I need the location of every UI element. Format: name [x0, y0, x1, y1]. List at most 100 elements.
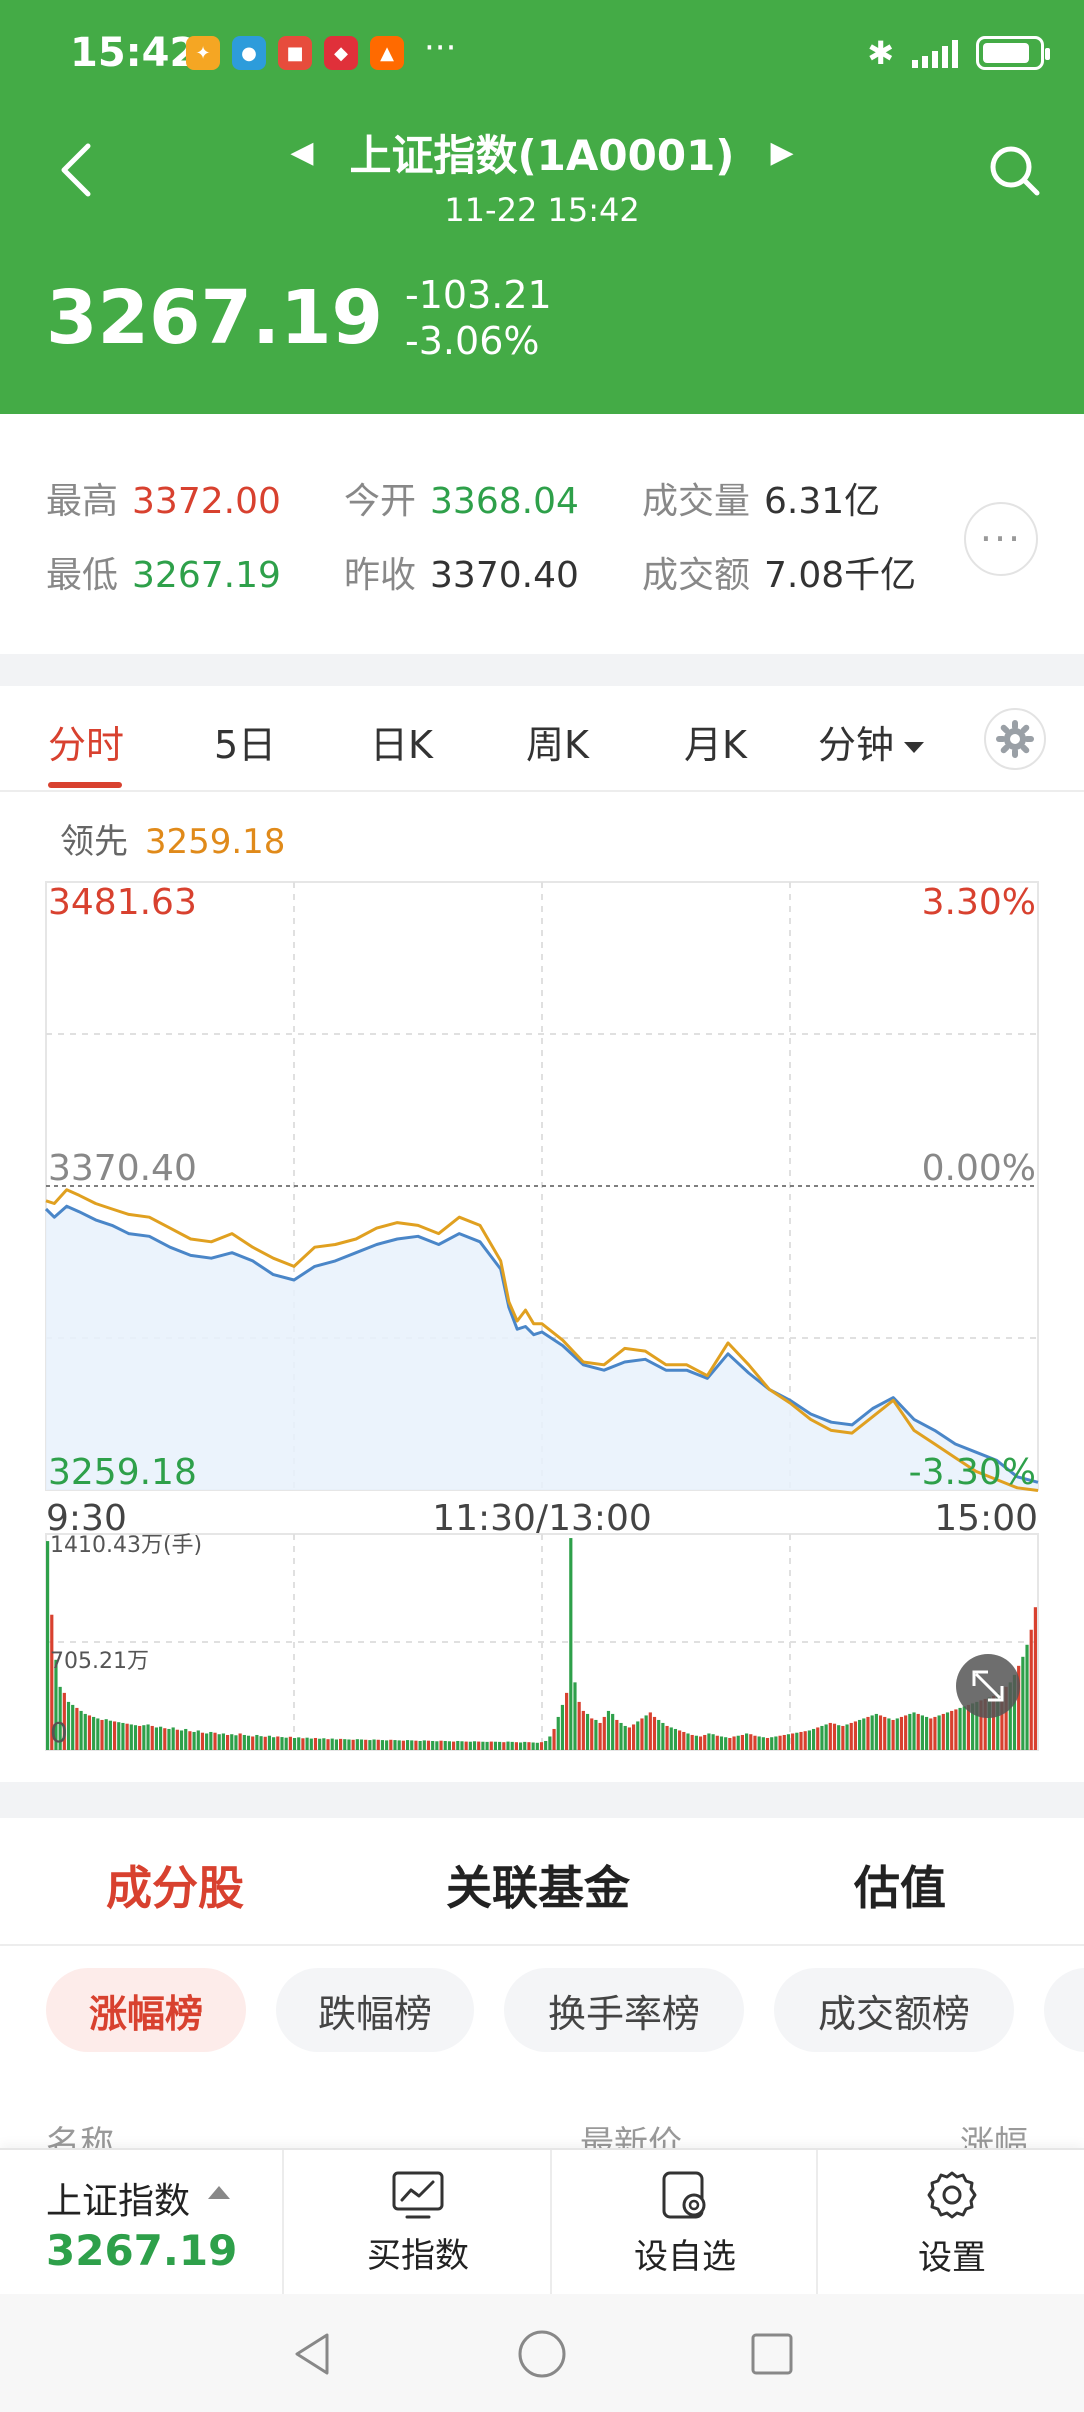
stat-value: 3372.00: [132, 481, 281, 522]
volume-bar: [904, 1715, 908, 1750]
volume-bar: [246, 1735, 251, 1750]
more-icon[interactable]: ···: [964, 502, 1038, 576]
chart-settings-gear-icon[interactable]: [984, 708, 1046, 770]
volume-bar: [774, 1736, 778, 1750]
chip-turnover[interactable]: 换手率榜: [504, 1968, 744, 2052]
prev-index-icon[interactable]: ◀: [290, 135, 313, 170]
volume-bar: [581, 1710, 585, 1750]
settings-button[interactable]: 设置: [820, 2150, 1084, 2296]
volume-bar: [669, 1727, 673, 1750]
volume-bar: [196, 1730, 200, 1750]
y-axis-right-label: -3.30%: [909, 1452, 1036, 1493]
volume-bar: [853, 1721, 858, 1750]
volume-bar: [351, 1739, 355, 1750]
volume-bar: [330, 1738, 334, 1750]
volume-bar: [719, 1736, 724, 1750]
tab-monthly-k[interactable]: 月K: [684, 714, 747, 769]
volume-bar: [598, 1722, 602, 1750]
volume-bar: [606, 1710, 611, 1750]
volume-bar: [272, 1737, 276, 1750]
volume-bar: [305, 1737, 309, 1750]
expand-up-icon: [208, 2186, 230, 2199]
tab-valuation[interactable]: 估值: [854, 1852, 946, 1918]
intraday-chart[interactable]: 3481.633370.403259.183.30%0.00%-3.30%9:3…: [0, 870, 1084, 1770]
buy-index-button[interactable]: 买指数: [286, 2150, 552, 2296]
volume-bar: [682, 1731, 686, 1750]
volume-bar: [133, 1725, 138, 1750]
volume-bar: [527, 1742, 531, 1750]
tab-weekly-k[interactable]: 周K: [526, 714, 589, 769]
header: 15:42 ✦ ● ■ ◆ ▲ ··· ✱ ◀ 上证指数(1A0001) ▶ 1…: [0, 0, 1084, 414]
volume-bar: [715, 1735, 719, 1750]
chip-losers[interactable]: 跌幅榜: [276, 1968, 474, 2052]
volume-bar: [565, 1692, 569, 1750]
volume-bar: [154, 1727, 159, 1750]
volume-bar: [845, 1724, 849, 1750]
lead-value: 3259.18: [144, 822, 286, 862]
volume-bar: [251, 1736, 255, 1750]
price-area-fill: [46, 1206, 1038, 1490]
volume-bar: [883, 1716, 887, 1750]
volume-bar: [631, 1724, 636, 1750]
chip-volume[interactable]: 成交额榜: [774, 1968, 1014, 2052]
volume-bar: [142, 1725, 146, 1750]
nav-back-icon[interactable]: [282, 2324, 342, 2384]
add-watchlist-button[interactable]: 设自选: [554, 2150, 818, 2296]
nav-recents-icon[interactable]: [742, 2324, 802, 2384]
volume-bar: [544, 1740, 548, 1750]
volume-bar: [485, 1741, 489, 1750]
volume-bar: [255, 1734, 259, 1750]
volume-bar: [230, 1734, 234, 1750]
volume-bar: [200, 1732, 205, 1750]
volume-bar: [954, 1709, 958, 1750]
battery-level: [983, 43, 1029, 63]
volume-bar: [749, 1734, 753, 1750]
active-tab-indicator: [48, 782, 122, 788]
tab-constituents[interactable]: 成分股: [106, 1852, 244, 1918]
fullscreen-icon[interactable]: [956, 1654, 1020, 1718]
volume-bar: [661, 1722, 665, 1750]
volume-bar: [75, 1707, 79, 1750]
tab-related-funds[interactable]: 关联基金: [446, 1852, 630, 1918]
volume-bar: [795, 1732, 799, 1750]
volume-bar: [493, 1741, 498, 1750]
volume-bar: [125, 1723, 129, 1750]
stat-label: 成交量: [642, 481, 751, 522]
ranking-chips: 涨幅榜 跌幅榜 换手率榜 成交额榜: [0, 1968, 1084, 2058]
nav-home-icon[interactable]: [512, 2324, 572, 2384]
search-icon[interactable]: [984, 140, 1044, 200]
index-quote-button[interactable]: 上证指数 3267.19: [0, 2150, 284, 2296]
volume-bar: [698, 1736, 703, 1750]
tab-intraday[interactable]: 分时: [48, 714, 124, 769]
volume-bar: [414, 1740, 418, 1750]
volume-bar: [803, 1731, 807, 1750]
volume-bar: [267, 1735, 272, 1750]
volume-bar: [1021, 1656, 1025, 1750]
price-row: 3267.19 -103.21 -3.06%: [46, 272, 552, 364]
current-price: 3267.19: [46, 275, 384, 361]
tab-minute[interactable]: 分钟: [818, 714, 925, 769]
volume-bar: [401, 1740, 405, 1750]
volume-bar: [477, 1741, 481, 1750]
volume-bar: [849, 1722, 853, 1750]
volume-bar: [765, 1737, 770, 1750]
page-title: 上证指数(1A0001): [349, 131, 735, 180]
tab-5day[interactable]: 5日: [214, 714, 276, 769]
chip-gainers[interactable]: 涨幅榜: [46, 1968, 246, 2052]
notification-app-icon: ✦: [186, 36, 220, 70]
chip-more[interactable]: [1044, 1968, 1084, 2052]
next-index-icon[interactable]: ▶: [771, 135, 794, 170]
volume-bar: [728, 1737, 732, 1750]
volume-bar: [958, 1707, 962, 1750]
x-axis-label: 11:30/13:00: [432, 1498, 652, 1539]
volume-bar: [640, 1718, 644, 1750]
chart-tabs: 分时 5日 日K 周K 月K 分钟: [0, 686, 1084, 792]
tab-daily-k[interactable]: 日K: [370, 714, 433, 769]
volume-bar: [531, 1742, 535, 1750]
volume-bar: [627, 1727, 631, 1750]
volume-bar: [292, 1737, 297, 1750]
y-axis-left-label: 3481.63: [48, 882, 197, 923]
volume-bar: [163, 1728, 167, 1750]
volume-axis-label: 1410.43万(手): [50, 1533, 202, 1558]
constituent-tabs: 成分股 关联基金 估值: [0, 1818, 1084, 1946]
